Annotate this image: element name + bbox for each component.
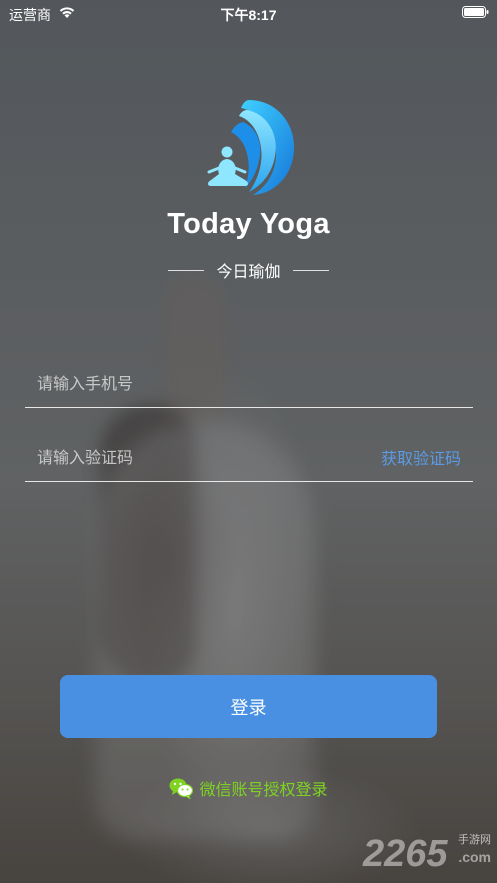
clock-time: 下午8:17 <box>220 7 277 23</box>
subtitle-divider-left <box>168 269 205 271</box>
login-button[interactable]: 登录 <box>60 675 437 738</box>
phone-field <box>25 358 473 408</box>
battery-icon <box>462 6 489 18</box>
app-title: Today Yoga <box>167 208 330 240</box>
verification-code-field: 获取验证码 <box>25 432 473 482</box>
watermark-domain: .com <box>458 849 491 865</box>
watermark-number: 2265 <box>363 833 448 875</box>
yoga-meditation-logo-icon <box>207 100 295 195</box>
wechat-icon <box>169 778 194 799</box>
watermark-site-name: 手游网 <box>458 833 491 846</box>
phone-input[interactable] <box>37 370 357 396</box>
site-watermark: 2265 手游网 .com <box>363 827 493 877</box>
app-subtitle: 今日瑜伽 <box>0 258 497 282</box>
verification-code-input[interactable] <box>37 444 337 470</box>
subtitle-divider-right <box>292 269 329 271</box>
wechat-login-button[interactable]: 微信账号授权登录 <box>0 776 497 800</box>
wechat-login-label: 微信账号授权登录 <box>199 780 328 799</box>
status-bar: 运营商 下午8:17 <box>0 0 497 26</box>
subtitle-text: 今日瑜伽 <box>216 262 281 281</box>
get-verification-code-button[interactable]: 获取验证码 <box>381 445 461 469</box>
